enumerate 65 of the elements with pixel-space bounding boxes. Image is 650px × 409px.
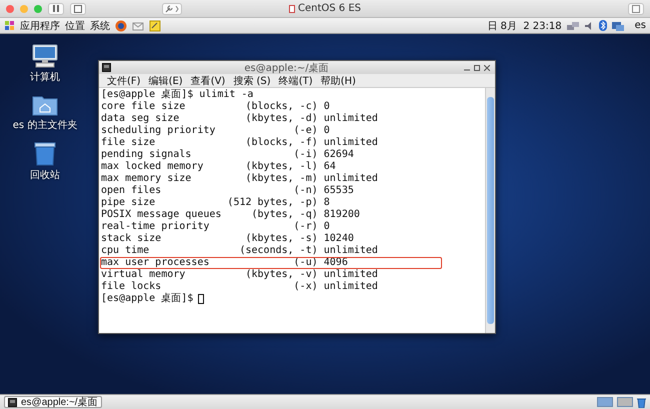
terminal-line: file locks (-x) unlimited [101,281,378,292]
trash-icon[interactable] [637,396,646,408]
terminal-line: virtual memory (kbytes, -v) unlimited [101,269,378,281]
scrollbar[interactable] [485,88,495,333]
menu-item[interactable]: 编辑(E) [148,74,183,88]
panel-menu[interactable]: 应用程序 [20,18,60,32]
home-folder-icon [32,94,58,116]
terminal-line: open files (-n) 65535 [101,185,354,197]
terminal-line: scheduling priority (-e) 0 [101,125,330,137]
terminal-line: data seg size (kbytes, -d) unlimited [101,113,378,125]
scrollbar-thumb[interactable] [487,97,494,324]
close-button[interactable] [482,62,492,73]
desktop-icon-label[interactable]: es 的主文件夹 [12,118,78,132]
taskbar-button[interactable]: es@apple:~/桌面 [4,396,102,408]
wrench-icon [165,4,173,12]
speaker-icon[interactable] [584,20,594,30]
user-name[interactable]: es [634,20,646,31]
panel-menu[interactable]: 位置 [65,18,85,32]
terminal-line: max user processes (-u) 4096 [101,257,348,269]
maximize-icon [474,64,480,70]
bluetooth-icon[interactable] [598,20,607,31]
terminal-line: POSIX message queues (bytes, -q) 819200 [101,209,360,221]
terminal-icon [8,398,17,406]
window-icon [632,4,640,12]
monitor-icon [32,44,58,68]
menu-item[interactable]: 查看(V) [190,74,226,88]
window-icon [74,4,82,12]
terminal-line: cpu time (seconds, -t) unlimited [101,245,378,257]
window-title: CentOS 6 ES [298,3,361,14]
terminal-line: file size (blocks, -f) unlimited [101,137,378,149]
terminal-title: es@apple:~/桌面 [243,62,330,74]
document-icon [289,4,295,12]
snapshot-button[interactable] [70,2,86,14]
desktop-icon-label[interactable]: 回收站 [30,168,60,182]
fullscreen-button[interactable] [628,2,644,14]
menu-item[interactable]: 搜索 (S) [233,74,271,88]
clock[interactable]: 日 8月 2 23:18 [487,18,562,32]
settings-button[interactable] [162,2,182,14]
network-icon[interactable] [566,20,579,30]
terminal-icon [102,63,111,72]
menu-item[interactable]: 终端(T) [278,74,313,88]
maximize-button[interactable] [472,62,482,73]
terminal-line: stack size (kbytes, -s) 10240 [101,233,354,245]
display-icon[interactable] [612,20,624,30]
terminal-line: core file size (blocks, -c) 0 [101,101,330,113]
terminal-line: max memory size (kbytes, -m) unlimited [101,173,378,185]
envelope-icon[interactable] [132,20,144,32]
menu-item[interactable]: 帮助(H) [320,74,356,88]
note-icon[interactable] [149,20,161,32]
terminal-line: real-time priority (-r) 0 [101,221,330,233]
trash-icon [34,142,56,166]
terminal-line: [es@apple 桌面]$ ulimit -a [101,89,254,101]
close-icon [484,64,490,70]
terminal-line: max locked memory (kbytes, -l) 64 [101,161,336,173]
chevron-icon [175,6,179,12]
terminal-line: [es@apple 桌面]$ [101,293,194,305]
terminal-line: pipe size (512 bytes, -p) 8 [101,197,330,209]
pause-button[interactable] [48,2,64,14]
terminal-line: pending signals (-i) 62694 [101,149,354,161]
desktop-icon-label[interactable]: 计算机 [30,70,60,84]
panel-menu[interactable]: 系统 [90,18,110,32]
globe-icon[interactable] [115,20,127,32]
menu-item[interactable]: 文件(F) [107,74,141,88]
pause-icon [53,5,59,12]
logo-icon [4,20,15,31]
